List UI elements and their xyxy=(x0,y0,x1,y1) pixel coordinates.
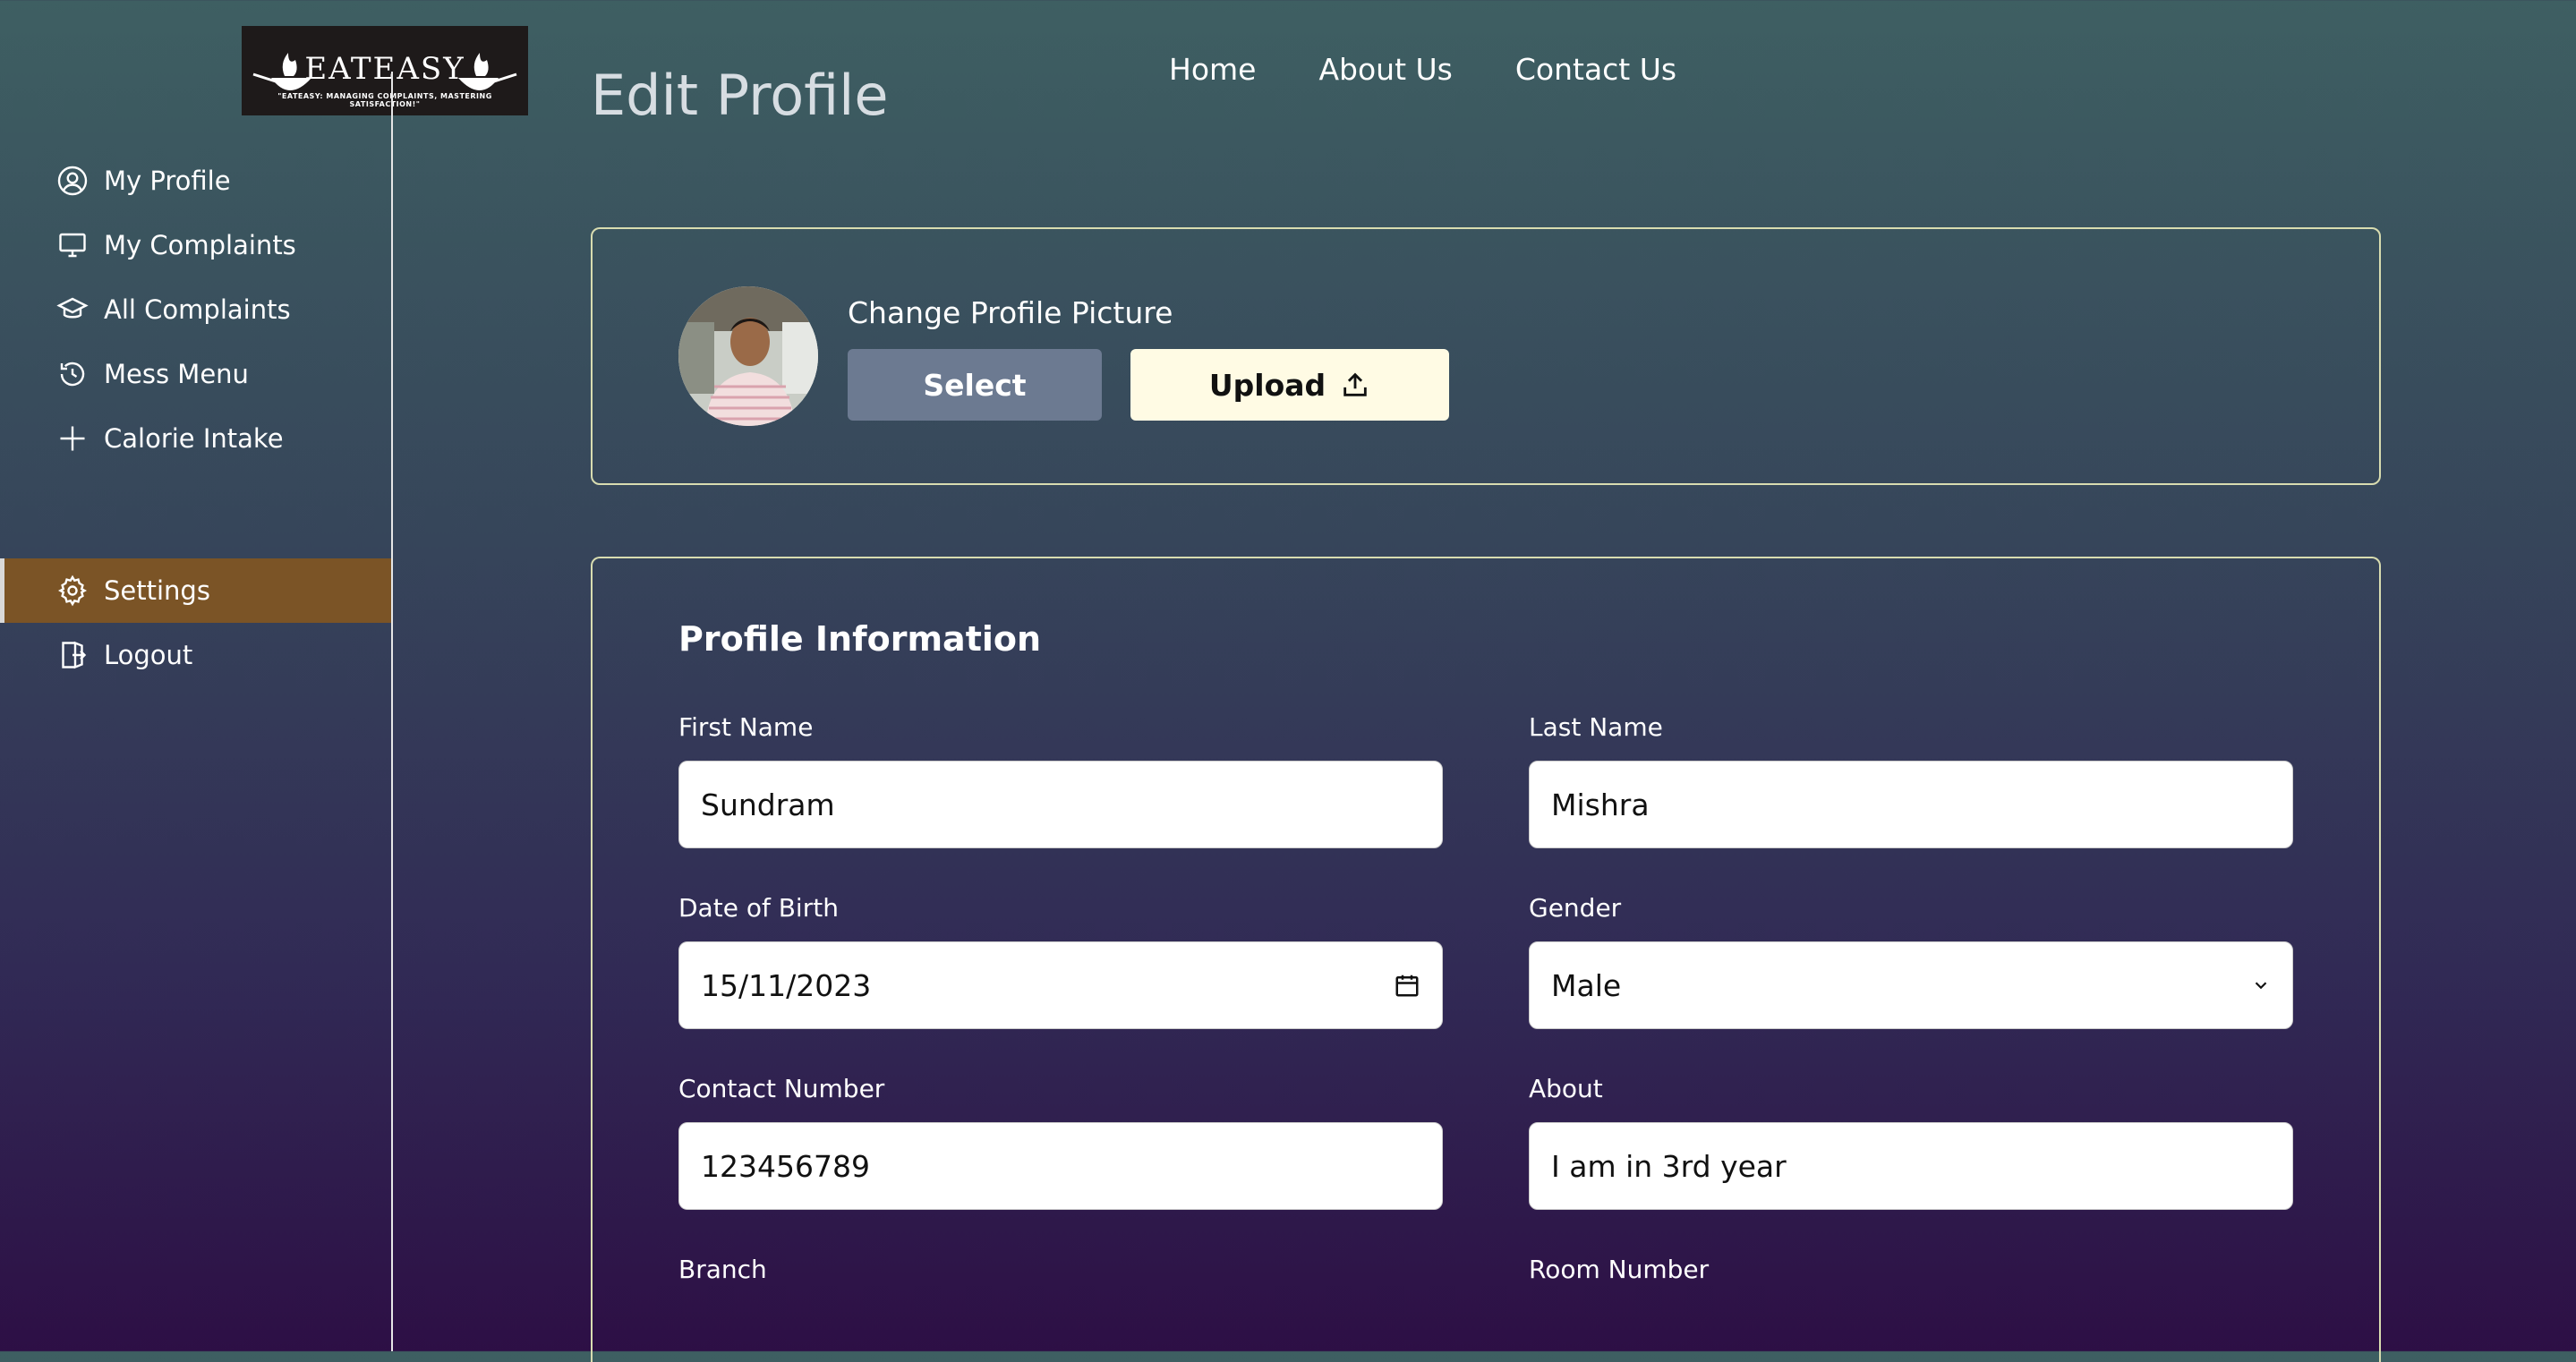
sidebar-item-my-profile[interactable]: My Profile xyxy=(0,149,391,213)
upload-icon xyxy=(1343,372,1367,396)
sidebar-item-logout[interactable]: Logout xyxy=(0,623,391,687)
contact-number-field[interactable]: 123456789 xyxy=(678,1122,1443,1210)
sidebar-divider xyxy=(391,72,393,1351)
brand-tagline: "EATEASY: MANAGING COMPLAINTS, MASTERING… xyxy=(277,92,492,108)
nav-link-contact-us[interactable]: Contact Us xyxy=(1515,52,1676,87)
section-title: Profile Information xyxy=(678,619,1042,659)
last-name-label: Last Name xyxy=(1529,712,1663,742)
nav-link-home[interactable]: Home xyxy=(1169,52,1256,87)
about-field[interactable]: I am in 3rd year xyxy=(1529,1122,2293,1210)
sidebar-item-label: Logout xyxy=(104,640,193,670)
select-button[interactable]: Select xyxy=(848,349,1102,421)
sidebar-item-calorie-intake[interactable]: Calorie Intake xyxy=(0,406,391,471)
last-name-value: Mishra xyxy=(1551,787,1650,822)
first-name-value: Sundram xyxy=(701,787,835,822)
dob-value: 15/11/2023 xyxy=(701,967,872,1003)
logout-icon xyxy=(55,638,90,672)
contact-number-value: 123456789 xyxy=(701,1148,870,1184)
top-nav: Home About Us Contact Us xyxy=(1169,52,1676,87)
gender-value: Male xyxy=(1551,967,1622,1003)
page-title: Edit Profile xyxy=(591,63,889,128)
sidebar-item-label: Settings xyxy=(104,575,210,606)
monitor-icon xyxy=(55,228,90,262)
graduation-cap-icon xyxy=(55,293,90,327)
user-circle-icon xyxy=(55,164,90,198)
sidebar-item-label: My Profile xyxy=(104,166,231,196)
app-logo[interactable]: EATEASY "EATEASY: MANAGING COMPLAINTS, M… xyxy=(242,26,528,115)
sidebar-item-settings[interactable]: Settings xyxy=(0,558,391,623)
dob-label: Date of Birth xyxy=(678,893,839,923)
room-number-label: Room Number xyxy=(1529,1255,1710,1284)
sidebar-item-label: Calorie Intake xyxy=(104,423,284,454)
change-picture-label: Change Profile Picture xyxy=(848,295,1173,330)
select-button-label: Select xyxy=(923,367,1027,403)
sidebar-item-all-complaints[interactable]: All Complaints xyxy=(0,277,391,342)
branch-label: Branch xyxy=(678,1255,767,1284)
contact-number-label: Contact Number xyxy=(678,1074,885,1103)
nav-link-about-us[interactable]: About Us xyxy=(1318,52,1452,87)
sidebar-item-label: Mess Menu xyxy=(104,359,249,389)
profile-picture-card: Change Profile Picture Select Upload xyxy=(591,227,2381,485)
upload-button[interactable]: Upload xyxy=(1130,349,1449,421)
gender-select[interactable]: Male xyxy=(1529,941,2293,1029)
gender-label: Gender xyxy=(1529,893,1622,923)
chevron-down-icon xyxy=(2251,975,2271,995)
profile-photo xyxy=(678,286,818,426)
last-name-field[interactable]: Mishra xyxy=(1529,761,2293,848)
profile-information-card: Profile Information First Name Sundram L… xyxy=(591,557,2381,1362)
first-name-label: First Name xyxy=(678,712,814,742)
sidebar-item-my-complaints[interactable]: My Complaints xyxy=(0,213,391,277)
sidebar-item-label: My Complaints xyxy=(104,230,296,260)
calendar-icon[interactable] xyxy=(1394,972,1420,999)
about-value: I am in 3rd year xyxy=(1551,1148,1787,1184)
dob-field[interactable]: 15/11/2023 xyxy=(678,941,1443,1029)
plus-icon xyxy=(55,421,90,455)
sidebar-item-mess-menu[interactable]: Mess Menu xyxy=(0,342,391,406)
sidebar-item-label: All Complaints xyxy=(104,294,291,325)
first-name-field[interactable]: Sundram xyxy=(678,761,1443,848)
gear-icon xyxy=(55,574,90,608)
history-icon xyxy=(55,357,90,391)
upload-button-label: Upload xyxy=(1208,367,1326,403)
avatar[interactable] xyxy=(678,286,818,426)
about-label: About xyxy=(1529,1074,1603,1103)
